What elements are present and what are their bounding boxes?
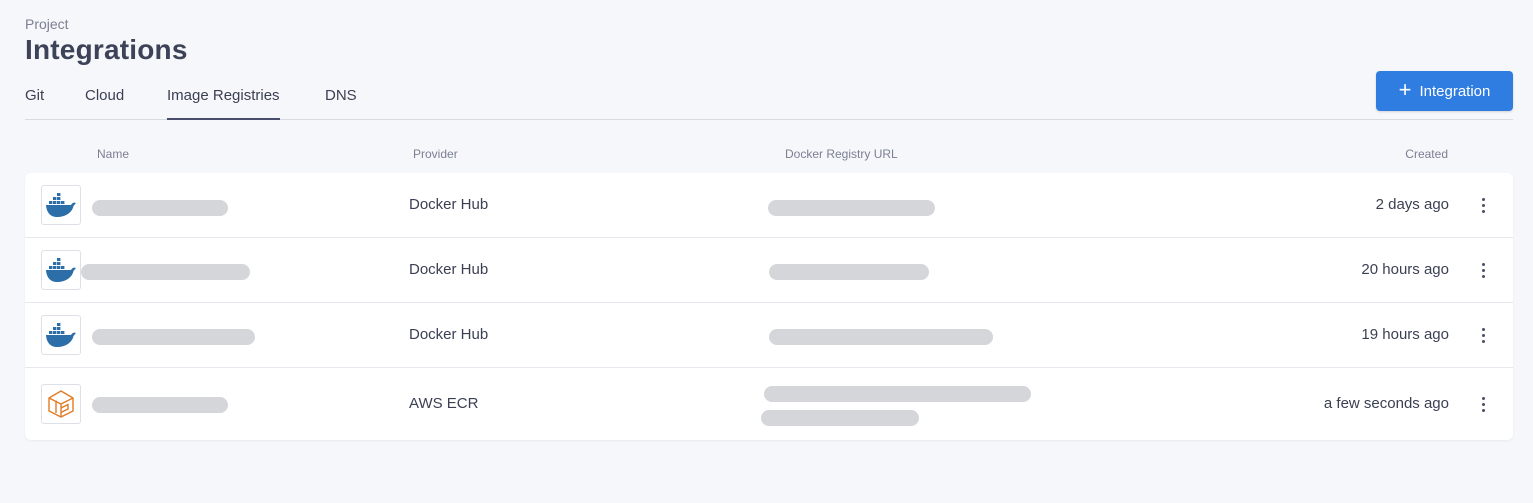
- created-cell: a few seconds ago: [1323, 395, 1449, 412]
- redacted-name: [81, 264, 250, 280]
- add-integration-label: Integration: [1419, 82, 1491, 100]
- more-options-icon[interactable]: [1473, 392, 1493, 416]
- redacted-name: [92, 200, 228, 216]
- aws-ecr-icon: [41, 384, 81, 424]
- tab-image-registries[interactable]: Image Registries: [167, 86, 280, 120]
- docker-icon: [41, 250, 81, 290]
- redacted-url: [769, 264, 929, 280]
- table-row[interactable]: AWS ECR a few seconds ago: [25, 368, 1513, 440]
- column-header-provider: Provider: [413, 147, 458, 161]
- redacted-url: [768, 200, 935, 216]
- docker-icon: [41, 315, 81, 355]
- table-row[interactable]: Docker Hub 2 days ago: [25, 173, 1513, 238]
- plus-icon: +: [1398, 77, 1412, 102]
- created-cell: 2 days ago: [1375, 196, 1449, 213]
- more-options-icon[interactable]: [1473, 193, 1493, 217]
- redacted-name: [92, 397, 228, 413]
- tab-cloud[interactable]: Cloud: [85, 86, 124, 120]
- redacted-url: [769, 329, 993, 345]
- table-row[interactable]: Docker Hub 20 hours ago: [25, 238, 1513, 303]
- redacted-url-line-2: [761, 410, 919, 426]
- table-row[interactable]: Docker Hub 19 hours ago: [25, 303, 1513, 368]
- tab-git[interactable]: Git: [25, 86, 44, 120]
- redacted-url: [764, 386, 1031, 402]
- more-options-icon[interactable]: [1473, 258, 1493, 282]
- column-header-name: Name: [97, 147, 130, 161]
- integrations-table: Docker Hub 2 days ago Docker Hub 20 hour…: [25, 173, 1513, 440]
- provider-cell: Docker Hub: [409, 326, 489, 343]
- page-title: Integrations: [25, 34, 188, 65]
- created-cell: 20 hours ago: [1361, 261, 1449, 278]
- docker-icon: [41, 185, 81, 225]
- column-header-registry-url: Docker Registry URL: [785, 147, 898, 161]
- tab-dns[interactable]: DNS: [325, 86, 357, 120]
- add-integration-button[interactable]: + Integration: [1376, 71, 1513, 111]
- breadcrumb: Project: [25, 16, 69, 32]
- column-header-created: Created: [1405, 147, 1448, 161]
- created-cell: 19 hours ago: [1361, 326, 1449, 343]
- provider-cell: Docker Hub: [409, 261, 489, 278]
- more-options-icon[interactable]: [1473, 323, 1493, 347]
- provider-cell: AWS ECR: [409, 395, 479, 412]
- tab-bar: Git Cloud Image Registries DNS: [25, 86, 1513, 120]
- provider-cell: Docker Hub: [409, 196, 489, 213]
- redacted-name: [92, 329, 255, 345]
